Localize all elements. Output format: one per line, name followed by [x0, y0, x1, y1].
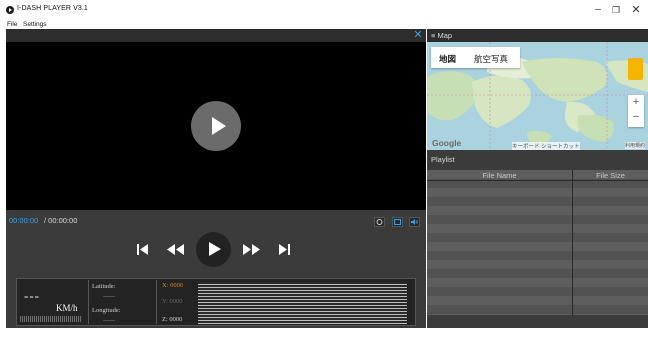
playlist-header [427, 150, 648, 170]
fast-forward-icon[interactable] [241, 243, 261, 256]
menu-file[interactable]: File [7, 20, 17, 29]
video-play-overlay-button[interactable] [191, 101, 241, 151]
longitude-value: ------ [103, 318, 115, 324]
volume-icon[interactable] [409, 217, 420, 227]
zoom-out-button[interactable]: − [628, 111, 644, 123]
google-logo: Google [432, 138, 462, 148]
accel-x-value: X: 0000 [162, 282, 184, 289]
map-keyboard-shortcuts[interactable]: キーボード ショートカット [512, 142, 580, 150]
column-header-file-name[interactable]: File Name [427, 171, 572, 180]
accel-z-value: Z: 0000 [162, 316, 183, 323]
accel-y-value: Y: 0000 [162, 298, 183, 305]
fullscreen-icon[interactable]: ✕ [412, 29, 424, 42]
speed-gauge [20, 316, 82, 322]
snapshot-icon[interactable] [374, 217, 385, 227]
zoom-in-button[interactable]: + [628, 96, 644, 108]
column-header-file-size[interactable]: File Size [573, 171, 648, 180]
video-header: ✕ [6, 29, 426, 42]
menu-bar: File Settings [0, 20, 648, 29]
gsensor-graph [198, 282, 407, 324]
map-terms-link[interactable]: 利用規約 [625, 142, 646, 149]
playlist-table[interactable] [427, 170, 648, 315]
time-total: / 00:00:00 [44, 216, 78, 225]
menu-settings[interactable]: Settings [23, 20, 47, 29]
bottom-strip [0, 328, 648, 341]
map-panel-title: ≡ Map [431, 31, 453, 40]
telemetry-divider [156, 280, 157, 324]
skip-next-icon[interactable] [278, 243, 291, 256]
map-zoom-control: + − [628, 95, 644, 127]
latitude-label: Latitude: [92, 283, 116, 290]
playlist-title: Playlist [431, 155, 455, 164]
title-bar: I-DASH PLAYER V3.1 – ❐ ✕ [0, 0, 648, 20]
skip-previous-icon[interactable] [136, 243, 149, 256]
map-type-satellite[interactable]: 航空写真 [474, 53, 508, 65]
camera-switch-icon[interactable] [392, 217, 403, 227]
app-logo-icon [6, 6, 14, 14]
column-divider[interactable] [572, 170, 573, 315]
longitude-label: Longitude: [92, 307, 121, 314]
time-current: 00:00:00 [9, 216, 39, 225]
telemetry-divider [88, 280, 89, 324]
play-button[interactable] [196, 232, 231, 267]
speed-unit: KM/h [56, 303, 78, 313]
playlist-footer [427, 315, 648, 328]
window-title: I-DASH PLAYER V3.1 [17, 5, 88, 12]
street-view-pegman-icon[interactable] [628, 58, 643, 80]
map-header [427, 29, 648, 42]
latitude-value: ------ [103, 294, 115, 300]
close-button[interactable]: ✕ [622, 3, 648, 17]
map-type-control: 地図 航空写真 [431, 47, 520, 68]
rewind-icon[interactable] [166, 243, 186, 256]
map-type-roadmap[interactable]: 地図 [439, 53, 456, 65]
speed-value: --- [24, 288, 40, 303]
header-divider [427, 180, 648, 181]
